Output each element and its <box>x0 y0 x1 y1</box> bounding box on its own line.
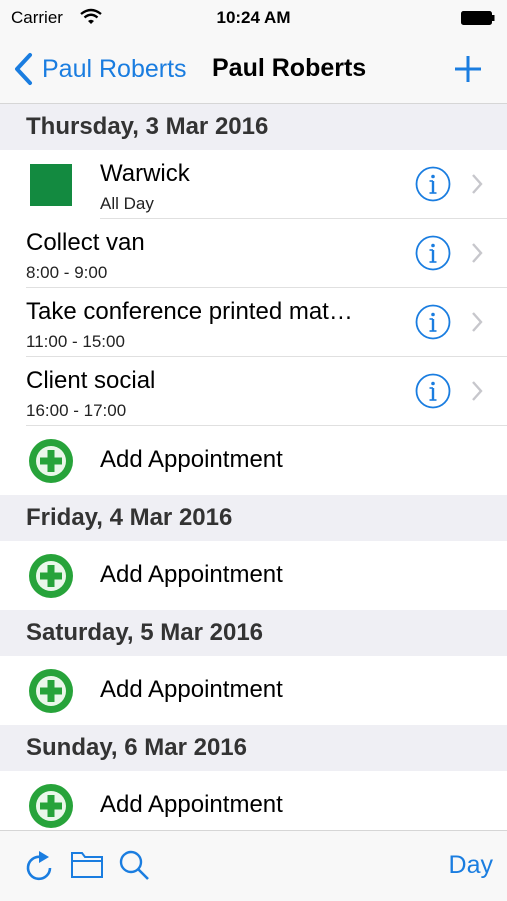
appointment-title: Client social <box>26 367 156 394</box>
info-icon[interactable] <box>415 166 451 202</box>
day-section-header: Saturday, 5 Mar 2016 <box>0 610 507 656</box>
bottom-toolbar: Day <box>0 830 507 901</box>
navigation-bar: Paul Roberts Paul Roberts <box>0 36 507 104</box>
back-button-label: Paul Roberts <box>42 54 187 83</box>
chevron-right-icon <box>472 174 483 194</box>
appointment-list: Thursday, 3 Mar 2016 Warwick All Day Col… <box>0 104 507 840</box>
add-appointment-label: Add Appointment <box>100 791 283 818</box>
battery-icon <box>461 11 495 25</box>
appointment-time: 8:00 - 9:00 <box>26 263 108 282</box>
day-section-header: Friday, 4 Mar 2016 <box>0 495 507 541</box>
chevron-right-icon <box>472 243 483 263</box>
appointment-row[interactable]: Take conference printed mat… 11:00 - 15:… <box>0 288 507 357</box>
appointment-title: Collect van <box>26 229 145 256</box>
page-title: Paul Roberts <box>212 54 367 82</box>
info-icon[interactable] <box>415 235 451 271</box>
add-circle-icon <box>29 554 73 598</box>
add-circle-icon <box>29 784 73 828</box>
add-circle-icon <box>29 669 73 713</box>
add-circle-icon <box>29 439 73 483</box>
appointment-row[interactable]: Client social 16:00 - 17:00 <box>0 357 507 426</box>
clock-time: 10:24 AM <box>216 8 291 27</box>
refresh-icon[interactable] <box>24 849 56 883</box>
add-appointment-label: Add Appointment <box>100 561 283 588</box>
status-bar: Carrier 10:24 AM <box>0 0 507 36</box>
chevron-left-icon <box>15 53 32 85</box>
appointment-time: 16:00 - 17:00 <box>26 401 127 420</box>
chevron-right-icon <box>472 312 483 332</box>
add-appointment-button[interactable]: Add Appointment <box>0 656 507 725</box>
appointment-time: 11:00 - 15:00 <box>26 332 125 351</box>
back-button[interactable]: Paul Roberts <box>12 51 187 87</box>
chevron-right-icon <box>472 381 483 401</box>
appointment-title: Take conference printed mat… <box>26 298 353 325</box>
appointment-row[interactable]: Warwick All Day <box>0 150 507 219</box>
search-icon[interactable] <box>118 849 150 881</box>
folder-icon[interactable] <box>70 849 104 879</box>
add-appointment-button[interactable]: Add Appointment <box>0 541 507 610</box>
day-section-header: Sunday, 6 Mar 2016 <box>0 725 507 771</box>
appointment-time: All Day <box>100 194 154 213</box>
info-icon[interactable] <box>415 304 451 340</box>
day-view-button[interactable]: Day <box>449 851 493 880</box>
add-appointment-label: Add Appointment <box>100 446 283 473</box>
calendar-color-swatch <box>30 164 72 206</box>
add-icon[interactable] <box>453 54 483 84</box>
add-appointment-label: Add Appointment <box>100 676 283 703</box>
info-icon[interactable] <box>415 373 451 409</box>
day-section-header: Thursday, 3 Mar 2016 <box>0 104 507 150</box>
add-appointment-button[interactable]: Add Appointment <box>0 426 507 495</box>
appointment-row[interactable]: Collect van 8:00 - 9:00 <box>0 219 507 288</box>
